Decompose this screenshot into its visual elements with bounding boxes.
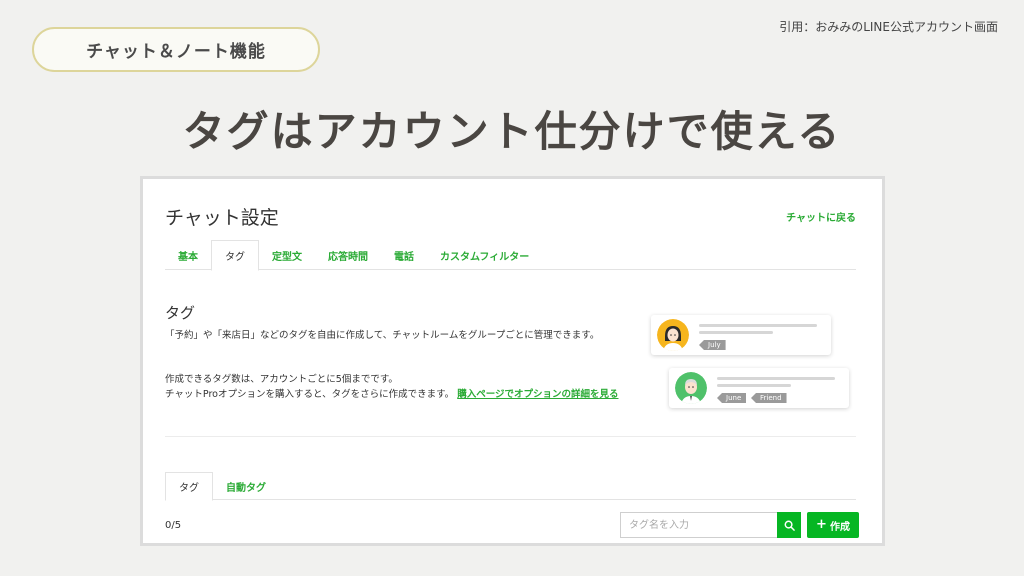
chat-settings-panel: チャット設定 チャットに戻る 基本 タグ 定型文 応答時間 電話 カスタムフィル… <box>140 176 885 546</box>
create-tag-button[interactable]: + 作成 <box>807 512 859 538</box>
section-divider <box>165 436 856 437</box>
tag-chip-friend: Friend <box>751 393 787 403</box>
section-title: タグ <box>165 304 196 322</box>
tab-custom-filter[interactable]: カスタムフィルター <box>427 240 542 270</box>
tab-phone[interactable]: 電話 <box>381 240 427 270</box>
tab-response-hours[interactable]: 応答時間 <box>315 240 381 270</box>
category-pill: チャット＆ノート機能 <box>32 27 320 72</box>
tag-chip-june: June <box>717 393 747 403</box>
tag-count: 0/5 <box>165 520 182 531</box>
plus-icon: + <box>816 517 827 532</box>
illustration-card-woman: July <box>651 315 831 355</box>
tab-tags[interactable]: タグ <box>211 240 259 271</box>
sub-tab-tags[interactable]: タグ <box>165 472 213 501</box>
slide-headline: タグはアカウント仕分けで使える <box>182 107 842 156</box>
citation-text: 引用：おみみのLINE公式アカウント画面 <box>779 20 998 34</box>
tag-sub-tabs: タグ 自動タグ <box>165 472 856 501</box>
tag-chip-july: July <box>699 340 726 350</box>
create-button-label: 作成 <box>829 521 850 533</box>
search-button[interactable] <box>777 512 801 538</box>
tag-description: 「予約」や「来店日」などのタグを自由に作成して、チャットルームをグループごとに管… <box>165 330 600 341</box>
pro-option-text: チャットProオプションを購入すると、タグをさらに作成できます。 <box>165 389 455 400</box>
illustration-card-man: June Friend <box>669 368 849 408</box>
panel-title: チャット設定 <box>165 207 279 229</box>
settings-tabs: 基本 タグ 定型文 応答時間 電話 カスタムフィルター <box>165 240 856 271</box>
purchase-page-link[interactable]: 購入ページでオプションの詳細を見る <box>457 389 618 400</box>
tag-name-input[interactable] <box>620 512 777 538</box>
tab-templates[interactable]: 定型文 <box>259 240 315 270</box>
back-to-chat-link[interactable]: チャットに戻る <box>786 209 856 224</box>
search-icon <box>784 520 795 531</box>
man-avatar-icon <box>675 372 707 404</box>
woman-avatar-icon <box>657 319 689 351</box>
sub-tab-auto-tags[interactable]: 自動タグ <box>213 472 279 500</box>
tab-basic[interactable]: 基本 <box>165 240 211 270</box>
category-pill-label: チャット＆ノート機能 <box>86 42 266 62</box>
tag-limit-text: 作成できるタグ数は、アカウントごとに5個までです。 <box>165 374 398 385</box>
tag-limit-description: 作成できるタグ数は、アカウントごとに5個までです。 チャットProオプションを購… <box>165 372 620 402</box>
